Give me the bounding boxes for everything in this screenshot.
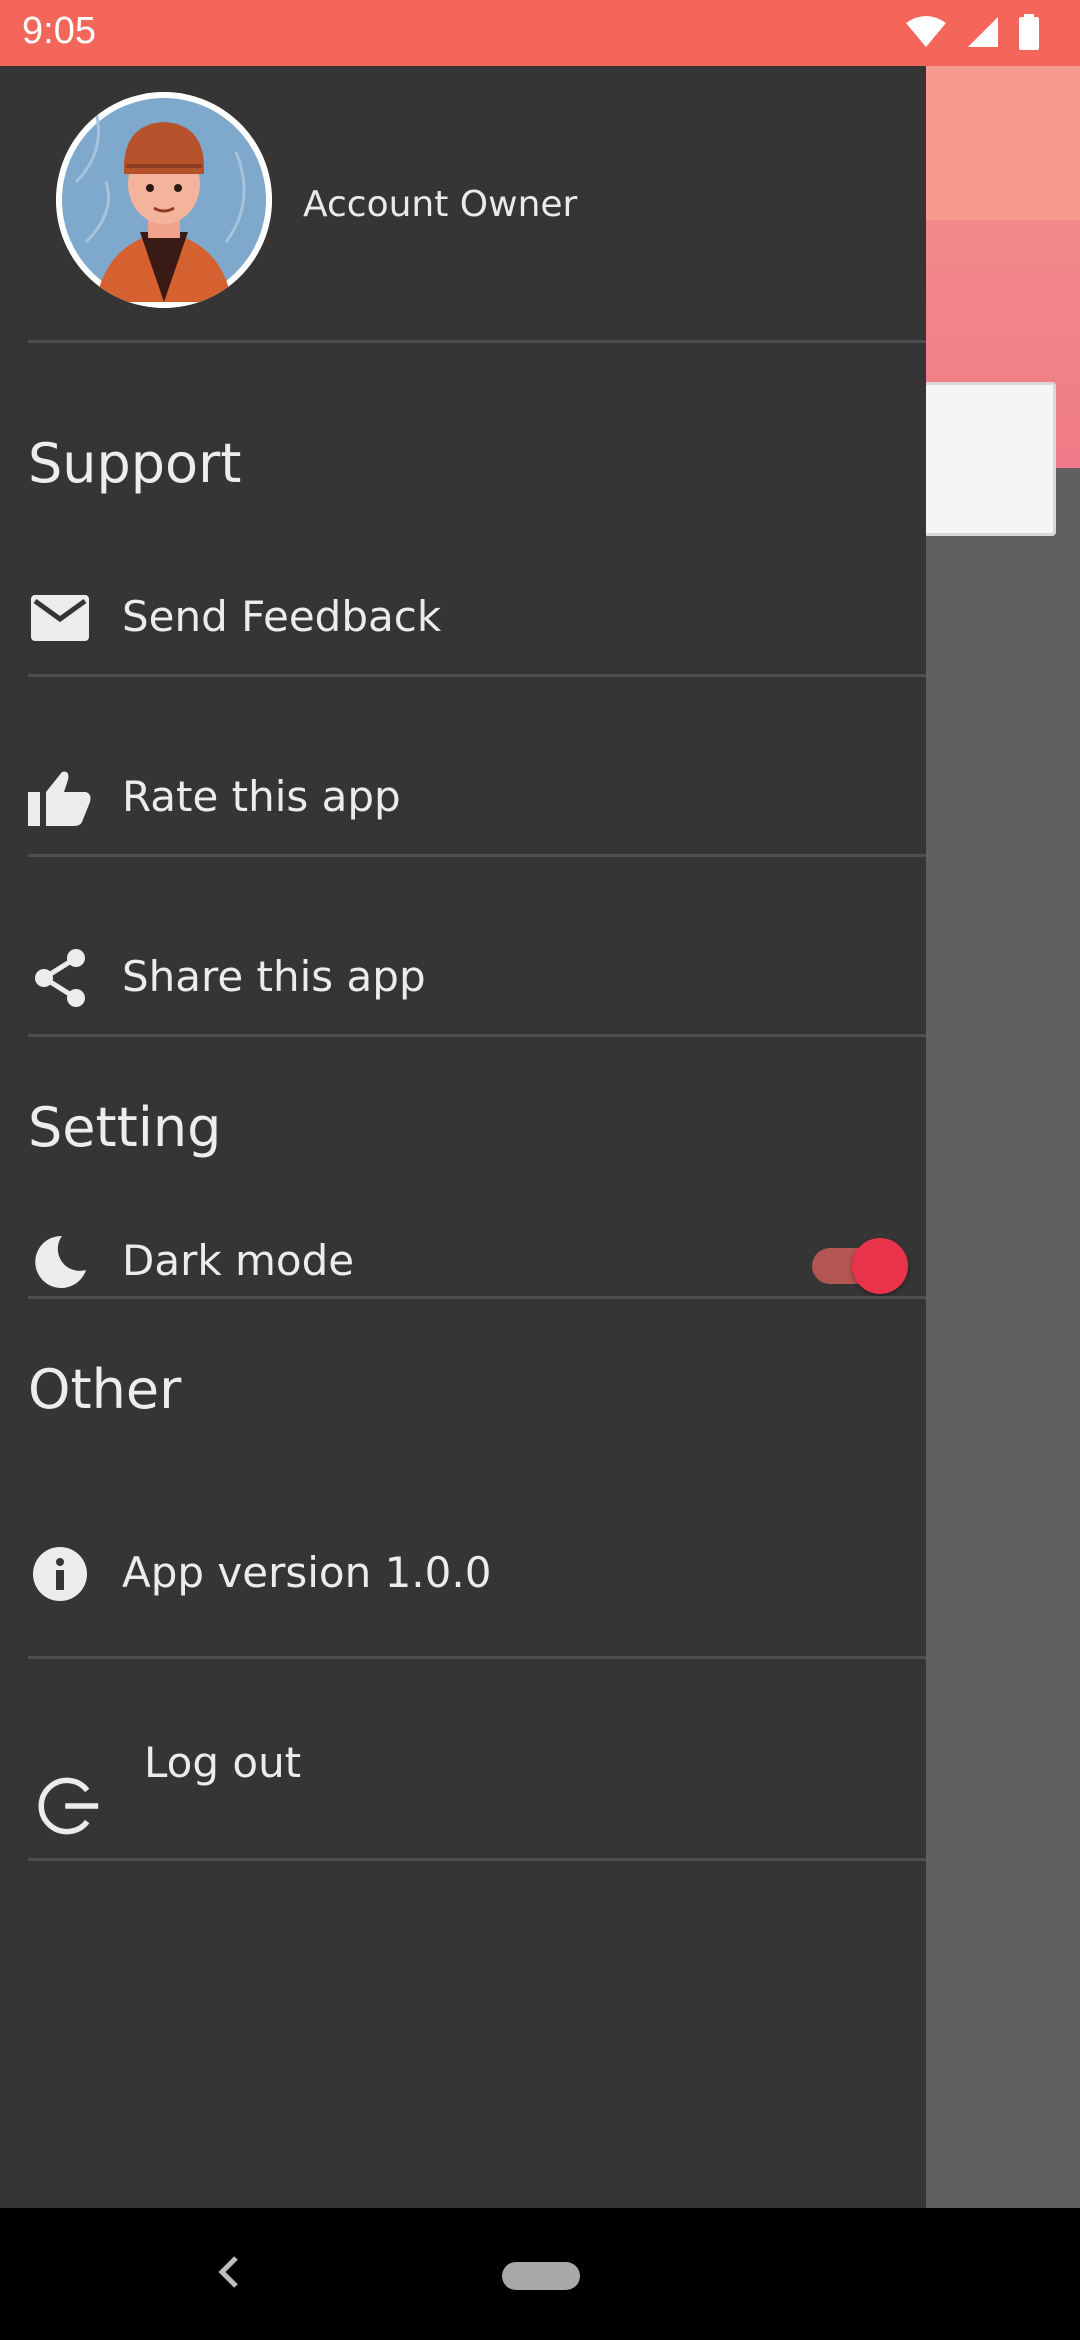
send-feedback-item[interactable]: Send Feedback (0, 586, 926, 706)
app-version-item: App version 1.0.0 (0, 1542, 926, 1662)
rate-app-label: Rate this app (122, 772, 401, 821)
avatar[interactable] (56, 92, 272, 308)
screen: 9:05 Account Owner Support Send Feedback… (0, 0, 1080, 2340)
divider (28, 1656, 926, 1659)
dark-mode-item[interactable]: Dark mode (0, 1230, 926, 1350)
status-icons (904, 14, 1040, 54)
info-icon (28, 1542, 92, 1606)
mail-icon (28, 586, 92, 650)
divider (28, 854, 926, 857)
navigation-drawer: Account Owner Support Send Feedback Rate… (0, 66, 926, 2208)
send-feedback-label: Send Feedback (122, 592, 442, 641)
profile-header[interactable]: Account Owner (0, 66, 926, 342)
thumbs-up-icon (28, 766, 92, 830)
back-icon[interactable] (208, 2252, 248, 2292)
status-bar: 9:05 (0, 0, 1080, 66)
status-time: 9:05 (22, 10, 96, 52)
section-title-other: Other (28, 1358, 182, 1421)
toggle-knob (852, 1238, 908, 1294)
account-name: Account Owner (303, 184, 578, 225)
divider (28, 674, 926, 677)
share-app-item[interactable]: Share this app (0, 946, 926, 1066)
section-title-setting: Setting (28, 1096, 222, 1159)
cell-signal-icon (966, 15, 1000, 53)
log-out-label: Log out (144, 1738, 302, 1787)
moon-icon (28, 1230, 92, 1294)
logout-icon (36, 1774, 100, 1838)
section-title-support: Support (28, 432, 242, 495)
system-nav-bar (0, 2208, 1080, 2340)
dark-mode-label: Dark mode (122, 1236, 355, 1285)
divider (28, 1858, 926, 1861)
wifi-icon (904, 15, 948, 53)
rate-app-item[interactable]: Rate this app (0, 766, 926, 886)
share-icon (28, 946, 92, 1010)
share-app-label: Share this app (122, 952, 426, 1001)
app-version-label: App version 1.0.0 (122, 1548, 492, 1597)
battery-icon (1018, 14, 1040, 54)
home-pill[interactable] (502, 2262, 580, 2290)
divider (28, 340, 926, 343)
log-out-item[interactable]: Log out (0, 1732, 926, 1852)
divider (28, 1034, 926, 1037)
dark-mode-toggle[interactable] (812, 1234, 908, 1294)
divider (28, 1296, 926, 1299)
